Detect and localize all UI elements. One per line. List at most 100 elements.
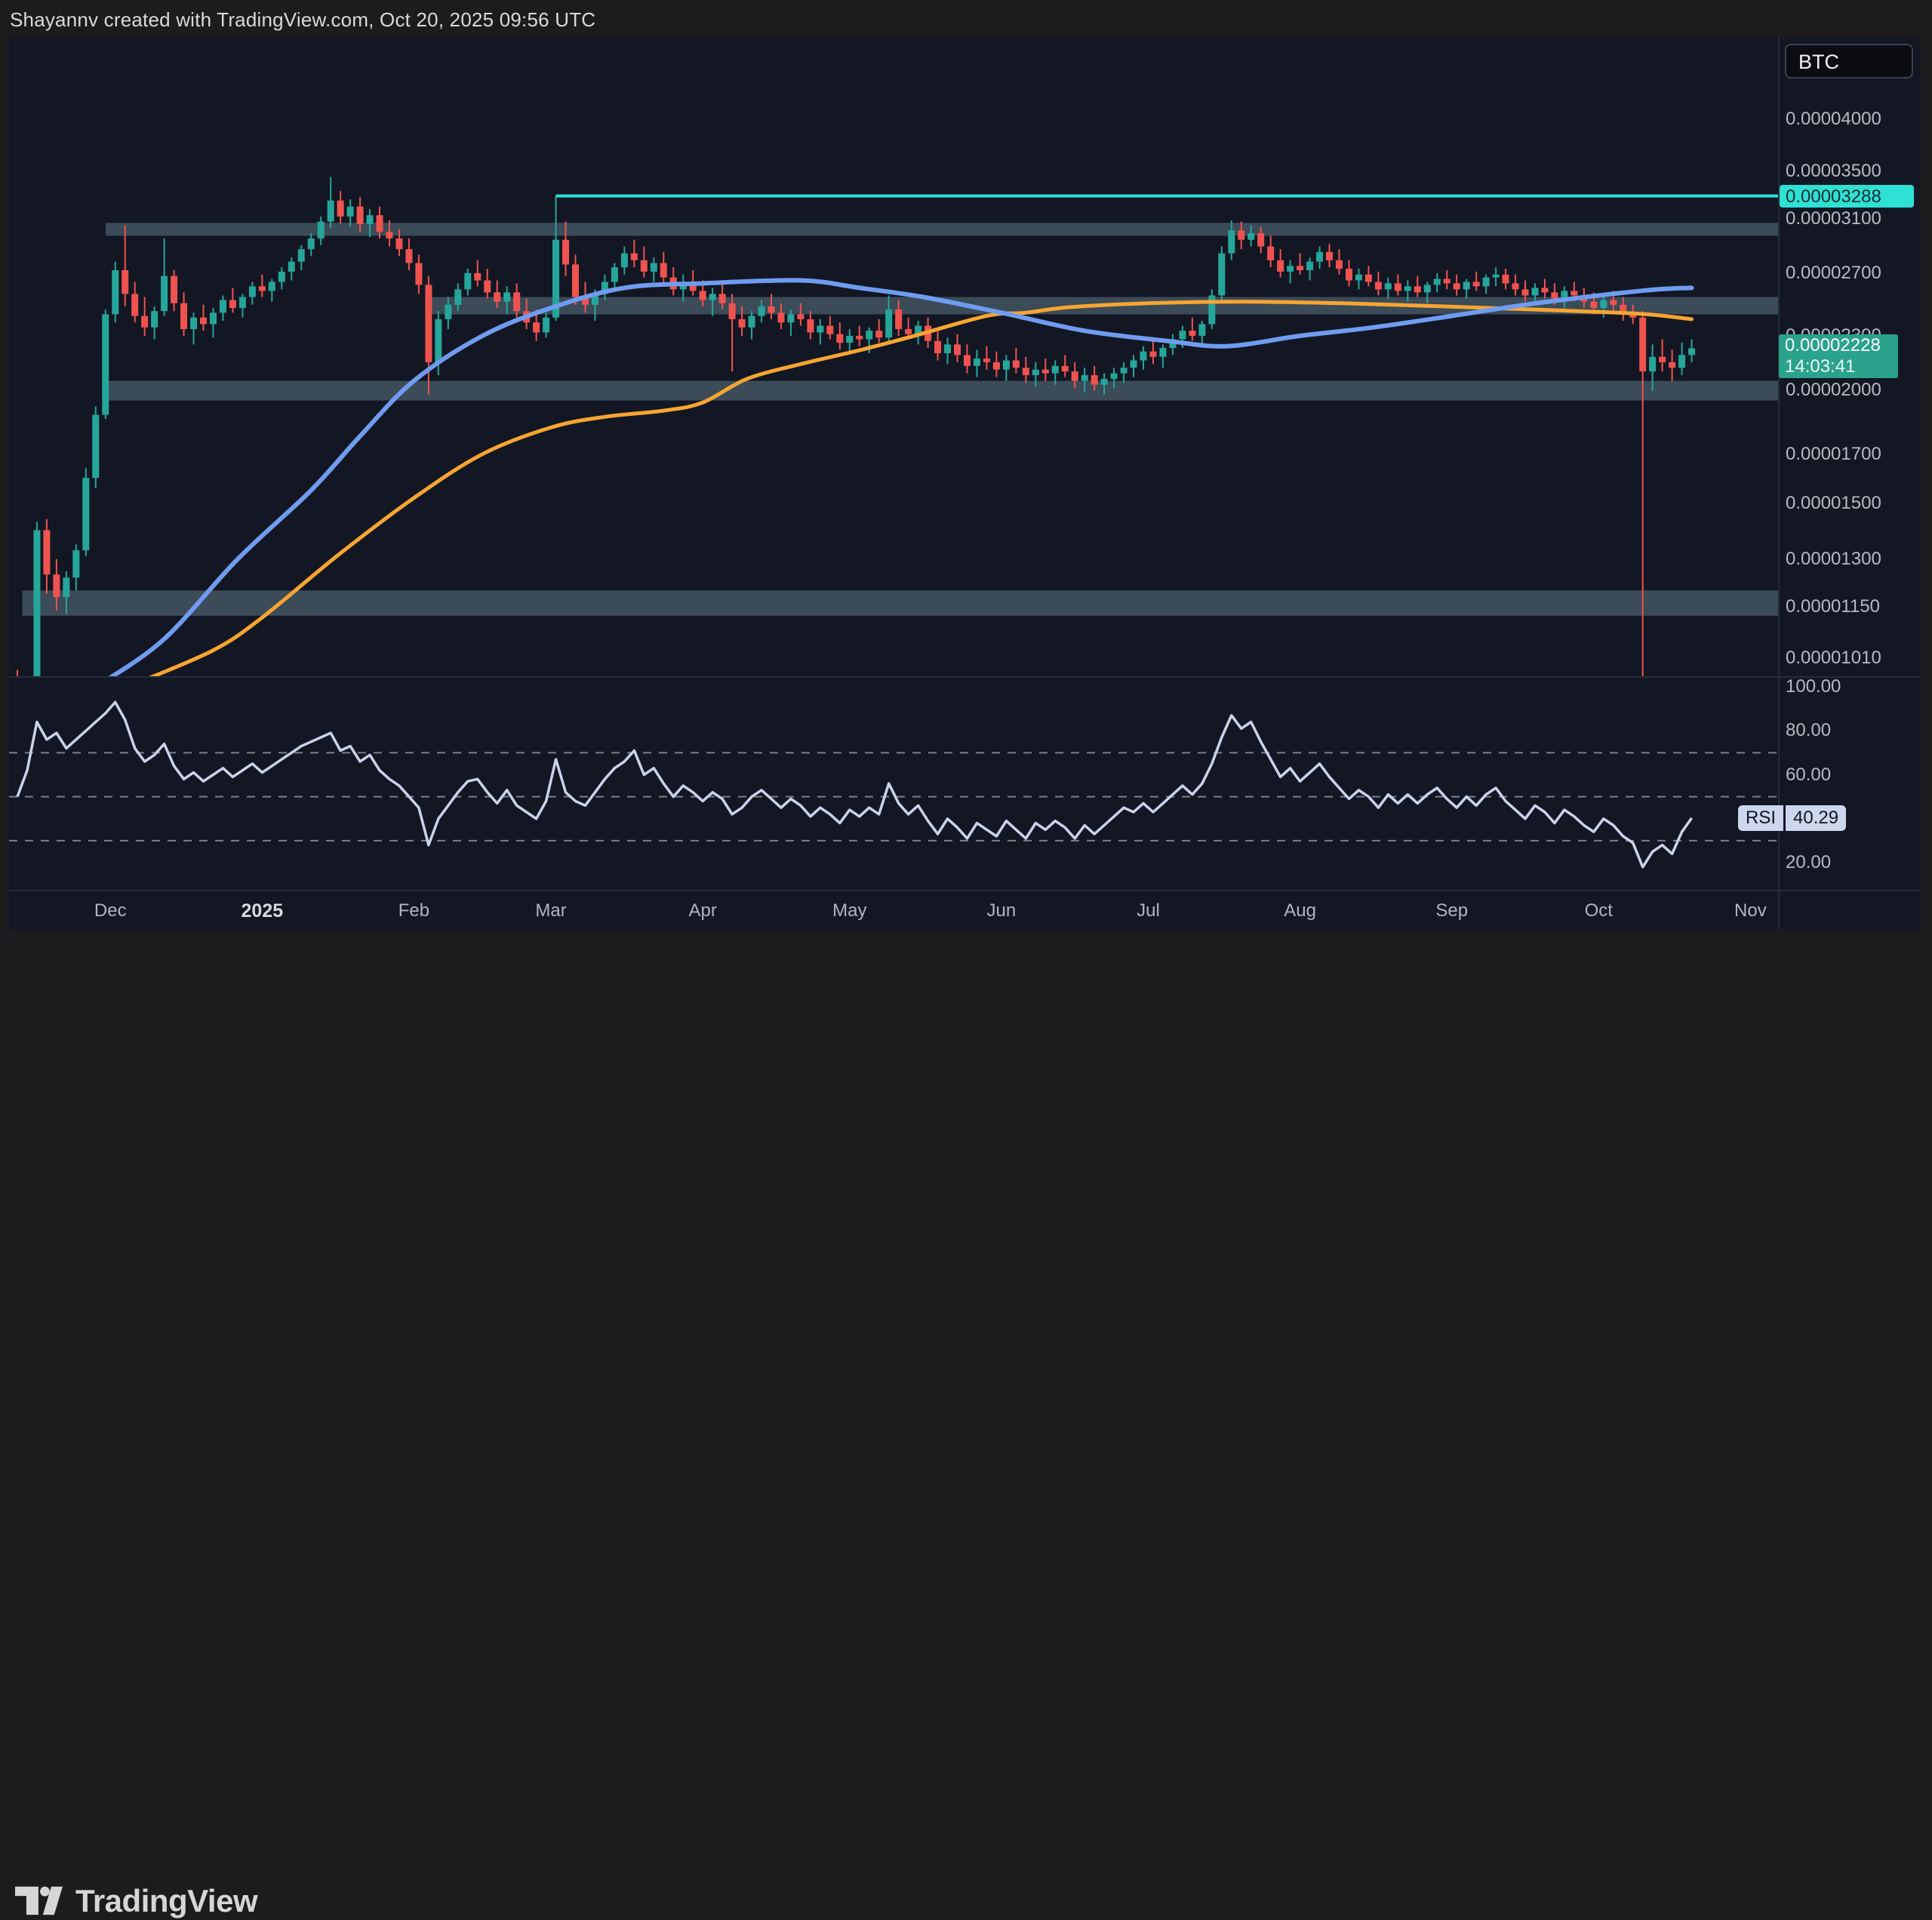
candle-body: [1140, 352, 1147, 361]
symbol-badge[interactable]: BTC: [1785, 44, 1913, 78]
candle-body: [641, 260, 648, 272]
rsi-badge-name: RSI: [1738, 805, 1783, 831]
price-tick-label: 0.00003100: [1786, 208, 1881, 229]
candle-body: [856, 336, 863, 340]
candle-body: [866, 331, 872, 339]
candle-body: [435, 319, 441, 362]
candle-body: [1404, 286, 1411, 291]
rsi-badge-value: 40.29: [1786, 805, 1846, 831]
candle-body: [1493, 275, 1500, 278]
sr-zone[interactable]: [106, 381, 1779, 401]
candle-body: [934, 341, 941, 353]
candle-body: [328, 201, 334, 222]
candle-body: [1639, 318, 1646, 371]
sr-zone[interactable]: [106, 223, 1779, 235]
candle-body: [1531, 288, 1538, 295]
candle-body: [337, 201, 344, 217]
candle-body: [386, 232, 393, 238]
candle-body: [112, 270, 118, 314]
candle-body: [944, 344, 951, 353]
candle-body: [484, 281, 491, 293]
rsi-value-badge[interactable]: RSI 40.29: [1738, 805, 1846, 831]
candle-body: [161, 276, 168, 312]
candle-body: [43, 530, 50, 574]
candle-body: [954, 344, 961, 355]
candle-body: [249, 286, 256, 297]
symbol-badge-label: BTC: [1798, 51, 1839, 74]
candle-body: [1346, 269, 1352, 280]
rsi-tick-label: 60.00: [1786, 765, 1831, 786]
price-tick-label: 0.00002000: [1786, 380, 1881, 401]
candle-body: [1131, 361, 1137, 368]
candle-body: [533, 322, 540, 332]
candle-body: [1688, 348, 1695, 355]
candle-body: [1052, 366, 1059, 374]
candle-body: [1091, 375, 1098, 385]
candle-body: [318, 222, 325, 238]
candle-body: [846, 336, 853, 343]
candle-body: [1159, 348, 1166, 357]
time-axis-label: Oct: [1585, 900, 1613, 922]
last-price-value: 0.00002228: [1785, 335, 1881, 356]
candle-body: [826, 326, 833, 334]
candle-body: [1551, 292, 1558, 298]
candle-body: [905, 329, 912, 334]
candle-body: [1316, 252, 1323, 262]
candle-body: [72, 550, 79, 577]
candle-body: [621, 254, 628, 268]
candle-body: [1610, 300, 1617, 305]
candle-body: [82, 478, 89, 550]
candle-body: [1198, 324, 1205, 336]
price-tick-label: 0.00002700: [1786, 263, 1881, 284]
candle-body: [1297, 266, 1303, 270]
candle-body: [1590, 302, 1597, 308]
candle-body: [749, 316, 755, 328]
candle-body: [807, 319, 814, 333]
time-axis-label: Nov: [1734, 900, 1767, 922]
candle-body: [220, 300, 226, 313]
candle-body: [993, 362, 1000, 370]
candle-body: [494, 292, 500, 301]
candle-body: [1503, 275, 1509, 284]
hline-price-label: 0.00003288: [1780, 185, 1914, 208]
candle-body: [1541, 288, 1548, 292]
candle-body: [1267, 247, 1274, 260]
candle-body: [1571, 291, 1577, 295]
candle-body: [709, 294, 716, 300]
chart-canvas[interactable]: [0, 0, 1932, 1015]
candle-body: [1365, 275, 1372, 282]
candle-body: [229, 300, 236, 308]
tradingview-logo-text: TradingView: [75, 1883, 257, 1919]
candle-body: [817, 326, 823, 333]
sr-zone[interactable]: [22, 590, 1779, 615]
candle-body: [1336, 260, 1343, 269]
price-tick-label: 0.00004000: [1786, 109, 1881, 130]
candle-body: [1444, 279, 1451, 284]
candle-body: [1277, 260, 1284, 272]
candle-body: [171, 276, 177, 303]
candle-body: [269, 282, 275, 291]
candle-body: [1375, 282, 1382, 289]
candle-body: [1326, 252, 1333, 260]
candle-body: [190, 318, 197, 329]
candle-body: [768, 306, 774, 312]
candle-body: [787, 314, 794, 322]
candle-body: [102, 314, 109, 414]
candle-body: [347, 207, 354, 217]
candle-body: [797, 314, 804, 318]
candle-body: [395, 238, 402, 249]
candle-body: [1395, 283, 1401, 291]
candle-body: [895, 309, 902, 329]
last-price-label: 0.00002228 14:03:41: [1779, 334, 1898, 378]
tradingview-logo[interactable]: TradingView: [15, 1882, 257, 1920]
candle-body: [259, 286, 266, 291]
candle-body: [651, 263, 657, 272]
time-axis-label: Jun: [987, 900, 1017, 922]
candle-body: [425, 285, 432, 362]
time-axis-label: Aug: [1284, 900, 1316, 922]
candle-body: [875, 331, 882, 337]
candle-body: [572, 264, 579, 297]
candle-body: [1512, 283, 1519, 289]
time-axis-label: 2025: [242, 900, 284, 922]
candle-body: [1521, 289, 1528, 295]
